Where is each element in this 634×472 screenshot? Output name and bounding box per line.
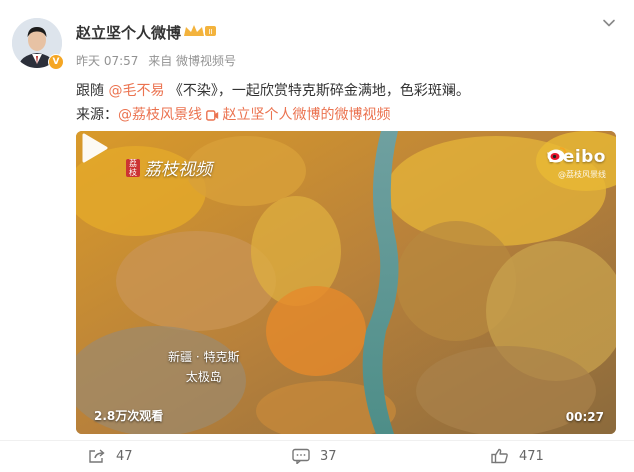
like-icon: [491, 448, 508, 464]
source-video-link[interactable]: 赵立坚个人微博的微博视频: [206, 107, 390, 123]
forward-button[interactable]: 47: [88, 445, 133, 467]
location-caption: 新疆 · 特克斯 太极岛: [168, 350, 240, 384]
mention-link[interactable]: @毛不易: [108, 83, 164, 99]
post-meta: 昨天 07:57 来自 微博视频号: [76, 52, 242, 69]
video-duration: 00:27: [565, 410, 604, 424]
post-source[interactable]: 来自 微博视频号: [148, 54, 236, 68]
post-time[interactable]: 昨天 07:57: [76, 54, 138, 68]
source-link[interactable]: @荔枝风景线: [118, 107, 202, 123]
video-player[interactable]: 荔枝 荔枝视频 weibo @荔枝风景线 新疆 · 特克斯 太极岛 2.8万次观…: [76, 131, 616, 434]
weibo-post-card: V 赵立坚个人微博 II 昨天 07:57 来自 微博视频号 跟随 @毛不易 《…: [0, 0, 634, 472]
comment-icon: [292, 448, 310, 464]
like-button[interactable]: 471: [491, 445, 544, 467]
divider: [0, 440, 634, 441]
weibo-watermark: weibo @荔枝风景线: [546, 147, 606, 179]
play-icon[interactable]: [76, 131, 110, 165]
post-source-line: 来源：@荔枝风景线 赵立坚个人微博的微博视频: [76, 107, 391, 123]
forward-icon: [89, 449, 105, 463]
verified-badge-icon: V: [48, 54, 64, 70]
chevron-down-icon[interactable]: [602, 16, 616, 30]
comment-button[interactable]: 37: [292, 445, 337, 467]
svg-text:II: II: [208, 28, 212, 36]
video-link-icon: [206, 110, 219, 121]
crown-icon[interactable]: II: [183, 24, 217, 38]
author-name[interactable]: 赵立坚个人微博: [76, 22, 181, 43]
weibo-eye-icon: [547, 147, 566, 163]
view-count: 2.8万次观看: [94, 409, 164, 423]
comment-count: 37: [320, 448, 337, 464]
like-count: 471: [519, 448, 544, 464]
forward-count: 47: [116, 448, 133, 464]
post-text: 跟随 @毛不易 《不染》，一起欣赏特克斯碎金满地，色彩斑斓。: [76, 83, 470, 99]
lizhi-video-badge: 荔枝 荔枝视频: [126, 155, 212, 180]
